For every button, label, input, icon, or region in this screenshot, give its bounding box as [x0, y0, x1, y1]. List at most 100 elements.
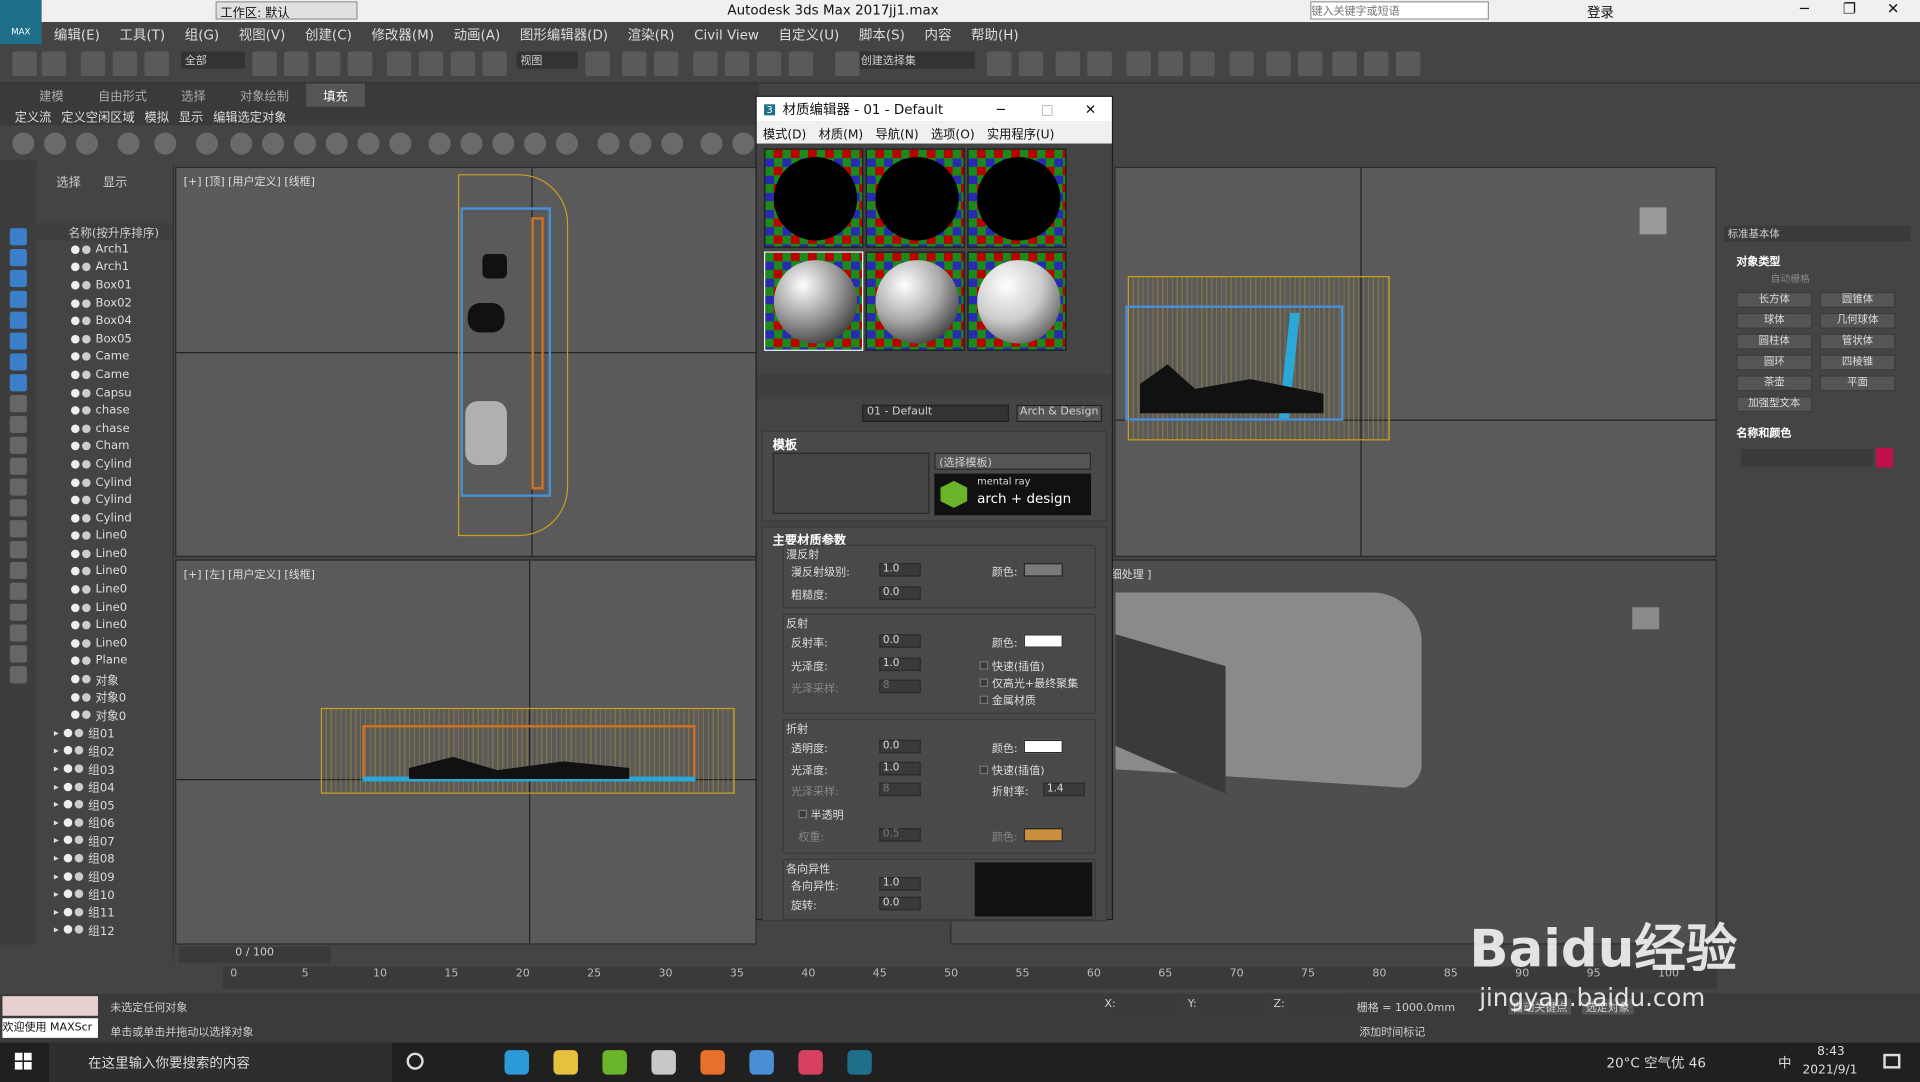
- list-item[interactable]: Box05: [66, 330, 173, 348]
- ime-indicator[interactable]: 中: [1778, 1053, 1791, 1073]
- populate-icon[interactable]: [357, 132, 380, 155]
- viewport-top[interactable]: [+] [顶] [用户定义] [线框]: [175, 166, 757, 557]
- list-item[interactable]: ▸ 组08: [54, 849, 173, 867]
- toolbar-icon[interactable]: [418, 51, 444, 77]
- explorer-tool-icon[interactable]: [9, 374, 27, 392]
- eye-icon[interactable]: [71, 513, 80, 523]
- minimize-icon[interactable]: ─: [997, 101, 1005, 117]
- eye-icon[interactable]: [71, 495, 80, 505]
- menu-item[interactable]: 图形编辑器(D): [510, 22, 618, 47]
- close-icon[interactable]: ✕: [1085, 101, 1096, 117]
- expand-icon[interactable]: ▸: [54, 745, 59, 756]
- task-view-icon[interactable]: [406, 1052, 424, 1070]
- expand-icon[interactable]: ▸: [54, 727, 59, 738]
- primitive-button[interactable]: 加强型文本: [1736, 396, 1813, 413]
- toolbar-icon[interactable]: [1055, 51, 1081, 77]
- populate-icon[interactable]: [389, 132, 412, 155]
- ribbon-subtab[interactable]: 编辑选定对象: [208, 106, 291, 127]
- refr-fast-checkbox[interactable]: [979, 765, 989, 775]
- expand-icon[interactable]: ▸: [54, 924, 59, 935]
- populate-icon[interactable]: [12, 132, 35, 155]
- primitive-button[interactable]: 圆锥体: [1819, 291, 1896, 308]
- populate-icon[interactable]: [325, 132, 348, 155]
- explorer-tool-icon[interactable]: [9, 269, 27, 288]
- app-icon[interactable]: [651, 1050, 676, 1075]
- list-item[interactable]: ▸ 组12: [54, 921, 173, 939]
- eye-icon[interactable]: [71, 370, 80, 380]
- list-item[interactable]: Box02: [66, 294, 173, 312]
- list-item[interactable]: Line0: [66, 581, 173, 599]
- toolbar-icon[interactable]: [1087, 51, 1112, 77]
- list-item[interactable]: Cylind: [66, 491, 173, 509]
- notification-icon[interactable]: [1883, 1053, 1901, 1069]
- list-item[interactable]: Line0: [66, 599, 173, 617]
- toolbar-icon[interactable]: [653, 51, 679, 77]
- viewport-label[interactable]: 细处理 ]: [1111, 566, 1152, 581]
- explorer-tool-icon[interactable]: [9, 582, 27, 600]
- app-icon[interactable]: [602, 1050, 627, 1075]
- menu-item[interactable]: 脚本(S): [849, 22, 915, 47]
- taskbar-search[interactable]: 在这里输入你要搜索的内容: [48, 1042, 392, 1082]
- expand-icon[interactable]: ▸: [54, 817, 59, 828]
- explorer-tool-icon[interactable]: [9, 290, 27, 308]
- populate-icon[interactable]: [492, 132, 515, 155]
- primitive-button[interactable]: 长方体: [1736, 291, 1813, 308]
- toolbar-icon[interactable]: [1297, 51, 1323, 77]
- template-select[interactable]: (选择模板): [934, 452, 1092, 470]
- menu-item[interactable]: 渲染(R): [618, 22, 684, 47]
- eye-icon[interactable]: [63, 925, 73, 935]
- y-coord-field[interactable]: [1204, 997, 1262, 1014]
- translucency-color-swatch[interactable]: [1023, 828, 1063, 842]
- explorer-tool-icon[interactable]: [9, 436, 27, 454]
- expand-icon[interactable]: ▸: [54, 853, 59, 864]
- material-menu-item[interactable]: 选项(O): [925, 121, 981, 144]
- toolbar-icon[interactable]: [835, 51, 860, 77]
- populate-icon[interactable]: [44, 132, 67, 155]
- x-coord-field[interactable]: [1119, 997, 1176, 1014]
- filter-select[interactable]: 全部: [181, 51, 245, 69]
- eye-icon[interactable]: [71, 298, 80, 308]
- list-item[interactable]: Capsu: [66, 384, 173, 402]
- eye-icon[interactable]: [71, 442, 80, 451]
- object-name-field[interactable]: [1741, 449, 1874, 467]
- weight-spinner[interactable]: 0.5: [879, 828, 921, 842]
- populate-icon[interactable]: [293, 132, 316, 155]
- primitive-button[interactable]: 管状体: [1819, 333, 1896, 350]
- populate-icon[interactable]: [195, 132, 218, 155]
- primitive-type-select[interactable]: 标准基本体: [1724, 225, 1911, 242]
- material-menu-item[interactable]: 导航(N): [869, 121, 924, 144]
- highlights-fg-checkbox[interactable]: [979, 678, 989, 688]
- populate-icon[interactable]: [460, 132, 483, 155]
- eye-icon[interactable]: [71, 424, 80, 433]
- explorer-tool-icon[interactable]: [9, 624, 27, 642]
- list-item[interactable]: Line0: [66, 563, 173, 581]
- transparency-spinner[interactable]: 0.0: [879, 739, 921, 754]
- list-item[interactable]: 对象0: [66, 688, 173, 706]
- explorer-tool-icon[interactable]: [9, 666, 27, 684]
- eye-icon[interactable]: [63, 728, 73, 738]
- refraction-color-swatch[interactable]: [1023, 739, 1063, 754]
- app-icon[interactable]: [798, 1050, 823, 1075]
- eye-icon[interactable]: [63, 871, 73, 881]
- toolbar-icon[interactable]: [1332, 51, 1357, 77]
- column-header[interactable]: 名称(按升序排序): [36, 223, 173, 241]
- tab-select[interactable]: 选择: [56, 172, 80, 190]
- eye-icon[interactable]: [63, 835, 73, 845]
- expand-icon[interactable]: ▸: [54, 906, 59, 917]
- list-item[interactable]: Cylind: [66, 473, 173, 491]
- material-menu-item[interactable]: 模式(D): [757, 121, 813, 144]
- menu-item[interactable]: 内容: [915, 22, 962, 47]
- add-time-tag[interactable]: 添加时间标记: [1359, 1023, 1425, 1039]
- workspace-select[interactable]: 工作区: 默认: [215, 1, 358, 21]
- populate-icon[interactable]: [555, 132, 578, 155]
- list-item[interactable]: Line0: [66, 616, 173, 634]
- explorer-tool-icon[interactable]: [9, 415, 27, 434]
- toolbar-icon[interactable]: [1266, 51, 1291, 77]
- ribbon-tab[interactable]: 填充: [306, 83, 365, 107]
- clock-time[interactable]: 8:43: [1817, 1045, 1845, 1058]
- populate-icon[interactable]: [700, 132, 723, 155]
- fast-interp-checkbox[interactable]: [979, 661, 989, 670]
- search-input[interactable]: [1310, 1, 1489, 20]
- expand-icon[interactable]: ▸: [54, 763, 59, 774]
- explorer-tool-icon[interactable]: [9, 311, 27, 329]
